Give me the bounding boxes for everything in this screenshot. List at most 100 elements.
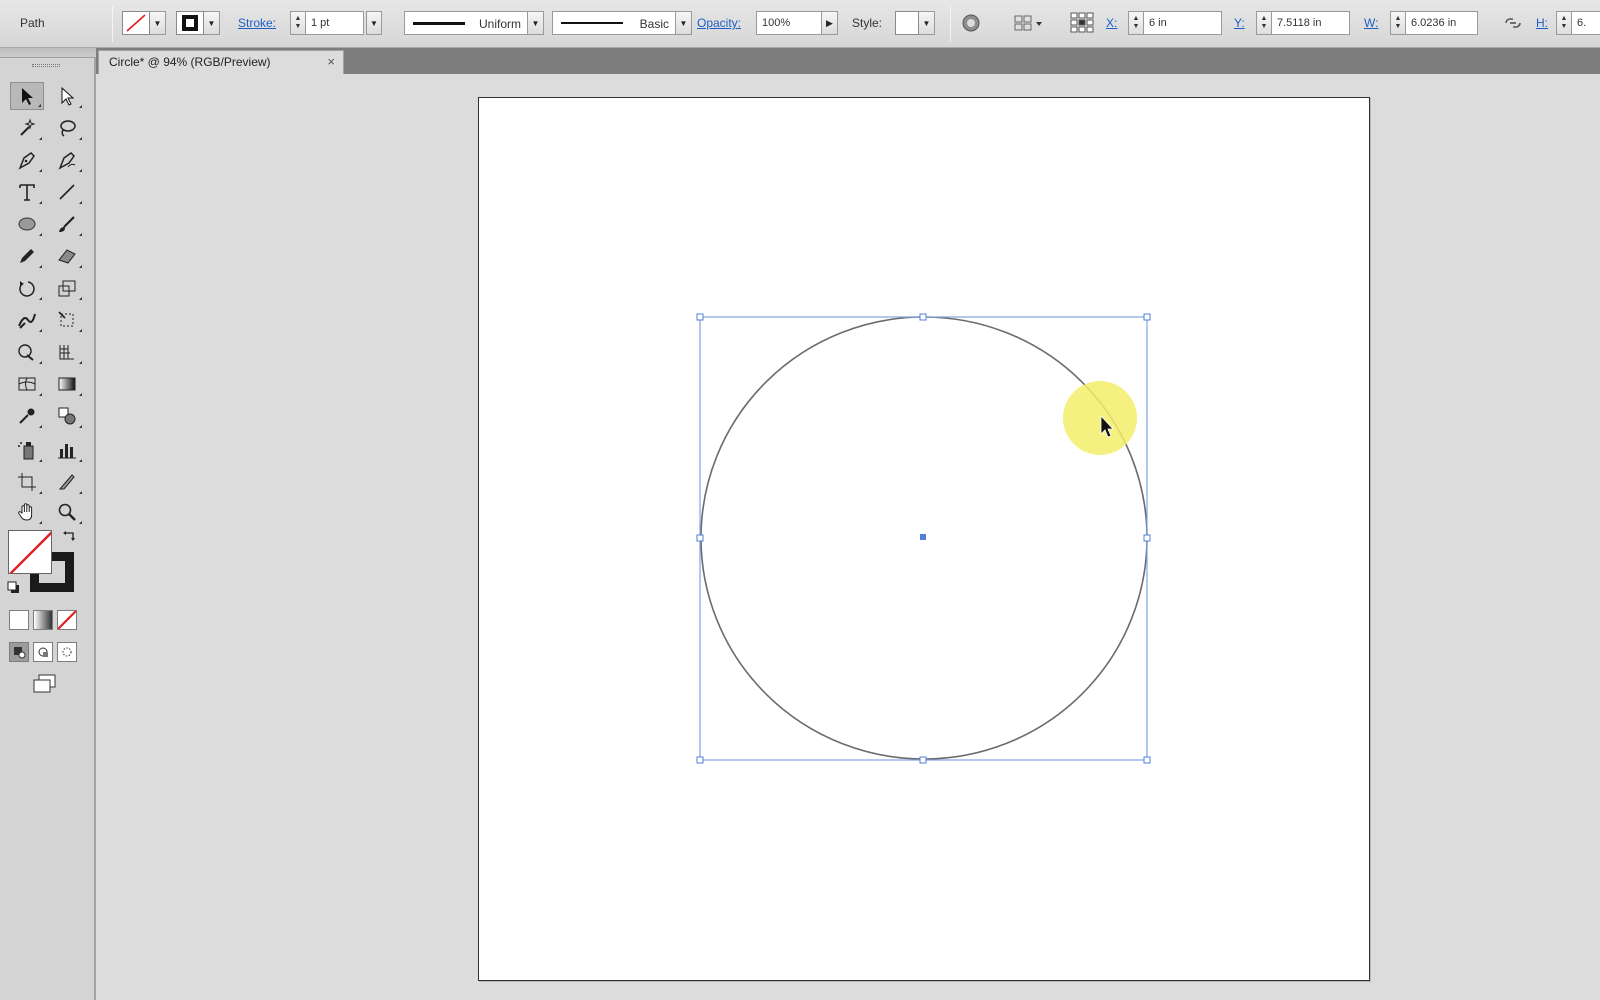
profile-dropdown-arrow[interactable]: ▼ <box>528 11 544 35</box>
variable-width-profile[interactable]: Uniform ▼ <box>404 11 544 35</box>
brush-definition[interactable]: Basic ▼ <box>552 11 692 35</box>
graphic-style-dropdown[interactable]: ▼ <box>919 11 935 35</box>
graphic-style-control[interactable]: ▼ <box>895 11 935 35</box>
default-fill-stroke-button[interactable] <box>6 580 22 596</box>
handle-bottom-left[interactable] <box>696 756 704 764</box>
draw-normal-button[interactable] <box>9 642 29 662</box>
opacity-link[interactable]: Opacity: <box>697 11 741 35</box>
black-stroke-icon[interactable] <box>176 11 204 35</box>
column-graph-tool[interactable] <box>50 436 84 464</box>
none-mode-button[interactable] <box>57 610 77 630</box>
perspective-grid-tool[interactable] <box>50 338 84 366</box>
link-icon[interactable] <box>1502 12 1524 34</box>
change-screen-mode-button[interactable] <box>30 672 60 696</box>
height-control[interactable]: ▲ ▼ 6. <box>1556 11 1600 35</box>
slice-tool[interactable] <box>50 468 84 496</box>
line-segment-tool[interactable] <box>50 178 84 206</box>
warp-tool[interactable] <box>10 306 44 334</box>
y-spinner[interactable]: ▲ ▼ <box>1256 11 1272 35</box>
ellipse-tool[interactable] <box>10 210 44 238</box>
y-field[interactable]: 7.5118 in <box>1272 11 1350 35</box>
opacity-control[interactable]: 100% ▶ <box>756 11 838 35</box>
recolor-artwork-button[interactable] <box>960 11 982 35</box>
fill-swatch[interactable] <box>8 530 52 574</box>
handle-bottom-right[interactable] <box>1143 756 1151 764</box>
constrain-proportions-button[interactable] <box>1502 11 1524 35</box>
rotate-tool[interactable] <box>10 274 44 302</box>
draw-inside-button[interactable] <box>57 642 77 662</box>
brush-sample[interactable]: Basic <box>552 11 676 35</box>
type-tool[interactable] <box>10 178 44 206</box>
fill-dropdown-arrow[interactable]: ▼ <box>150 11 166 35</box>
close-tab-icon[interactable]: × <box>327 51 335 73</box>
x-spinner[interactable]: ▲ ▼ <box>1128 11 1144 35</box>
gradient-mode-button[interactable] <box>33 610 53 630</box>
stroke-color-control[interactable]: ▼ <box>176 11 220 35</box>
align-grid-icon[interactable] <box>1012 12 1044 34</box>
pen-tool[interactable] <box>10 146 44 174</box>
y-position-link[interactable]: Y: <box>1234 11 1245 35</box>
draw-behind-button[interactable] <box>33 642 53 662</box>
stroke-weight-field[interactable]: 1 pt <box>306 11 364 35</box>
stroke-weight-control[interactable]: ▲ ▼ 1 pt ▼ <box>290 11 382 35</box>
handle-top-left[interactable] <box>696 313 704 321</box>
tools-panel-grip[interactable] <box>32 64 60 67</box>
handle-middle-right[interactable] <box>1143 534 1151 542</box>
opacity-field[interactable]: 100% <box>756 11 822 35</box>
direct-selection-tool[interactable] <box>50 82 84 110</box>
handle-top-right[interactable] <box>1143 313 1151 321</box>
selection-tool[interactable] <box>10 82 44 110</box>
opacity-slider-arrow[interactable]: ▶ <box>822 11 838 35</box>
paintbrush-tool[interactable] <box>50 210 84 238</box>
w-spinner[interactable]: ▲ ▼ <box>1390 11 1406 35</box>
hand-tool[interactable] <box>10 498 44 526</box>
h-label[interactable]: H: <box>1536 16 1548 30</box>
magic-wand-tool[interactable] <box>10 114 44 142</box>
w-field[interactable]: 6.0236 in <box>1406 11 1478 35</box>
handle-middle-left[interactable] <box>696 534 704 542</box>
handle-top-center[interactable] <box>919 313 927 321</box>
recolor-artwork-icon[interactable] <box>960 12 982 34</box>
width-link[interactable]: W: <box>1364 11 1378 35</box>
x-position-link[interactable]: X: <box>1106 11 1117 35</box>
symbol-sprayer-tool[interactable] <box>10 436 44 464</box>
curvature-tool[interactable] <box>50 146 84 174</box>
pencil-tool[interactable] <box>10 242 44 270</box>
height-link[interactable]: H: <box>1536 11 1548 35</box>
stroke-weight-dropdown[interactable]: ▼ <box>366 11 382 35</box>
document-tab[interactable]: Circle* @ 94% (RGB/Preview) × <box>98 50 344 74</box>
fill-color-control[interactable]: ▼ <box>122 11 166 35</box>
handle-bottom-center[interactable] <box>919 756 927 764</box>
tools-panel-header[interactable] <box>0 48 96 58</box>
y-position-control[interactable]: ▲ ▼ 7.5118 in <box>1256 11 1350 35</box>
w-label[interactable]: W: <box>1364 16 1378 30</box>
blend-tool[interactable] <box>50 402 84 430</box>
opacity-label[interactable]: Opacity: <box>697 16 741 30</box>
h-spinner[interactable]: ▲ ▼ <box>1556 11 1572 35</box>
free-transform-tool[interactable] <box>50 306 84 334</box>
width-control[interactable]: ▲ ▼ 6.0236 in <box>1390 11 1478 35</box>
color-mode-button[interactable] <box>9 610 29 630</box>
none-fill-icon[interactable] <box>122 11 150 35</box>
graphic-style-swatch[interactable] <box>895 11 919 35</box>
reference-point-button[interactable] <box>1068 11 1096 35</box>
shape-builder-tool[interactable] <box>10 338 44 366</box>
eraser-tool[interactable] <box>50 242 84 270</box>
x-field[interactable]: 6 in <box>1144 11 1222 35</box>
stroke-weight-spinner[interactable]: ▲ ▼ <box>290 11 306 35</box>
brush-dropdown-arrow[interactable]: ▼ <box>676 11 692 35</box>
x-label[interactable]: X: <box>1106 16 1117 30</box>
gradient-tool[interactable] <box>50 370 84 398</box>
artboard-tool[interactable] <box>10 468 44 496</box>
reference-point-icon[interactable] <box>1068 11 1096 35</box>
stroke-label[interactable]: Stroke: <box>238 16 276 30</box>
y-label[interactable]: Y: <box>1234 16 1245 30</box>
h-field[interactable]: 6. <box>1572 11 1600 35</box>
scale-tool[interactable] <box>50 274 84 302</box>
eyedropper-tool[interactable] <box>10 402 44 430</box>
stroke-dropdown-arrow[interactable]: ▼ <box>204 11 220 35</box>
align-options-button[interactable] <box>1012 11 1044 35</box>
zoom-tool[interactable] <box>50 498 84 526</box>
variable-width-sample[interactable]: Uniform <box>404 11 528 35</box>
stroke-panel-link[interactable]: Stroke: <box>238 11 276 35</box>
